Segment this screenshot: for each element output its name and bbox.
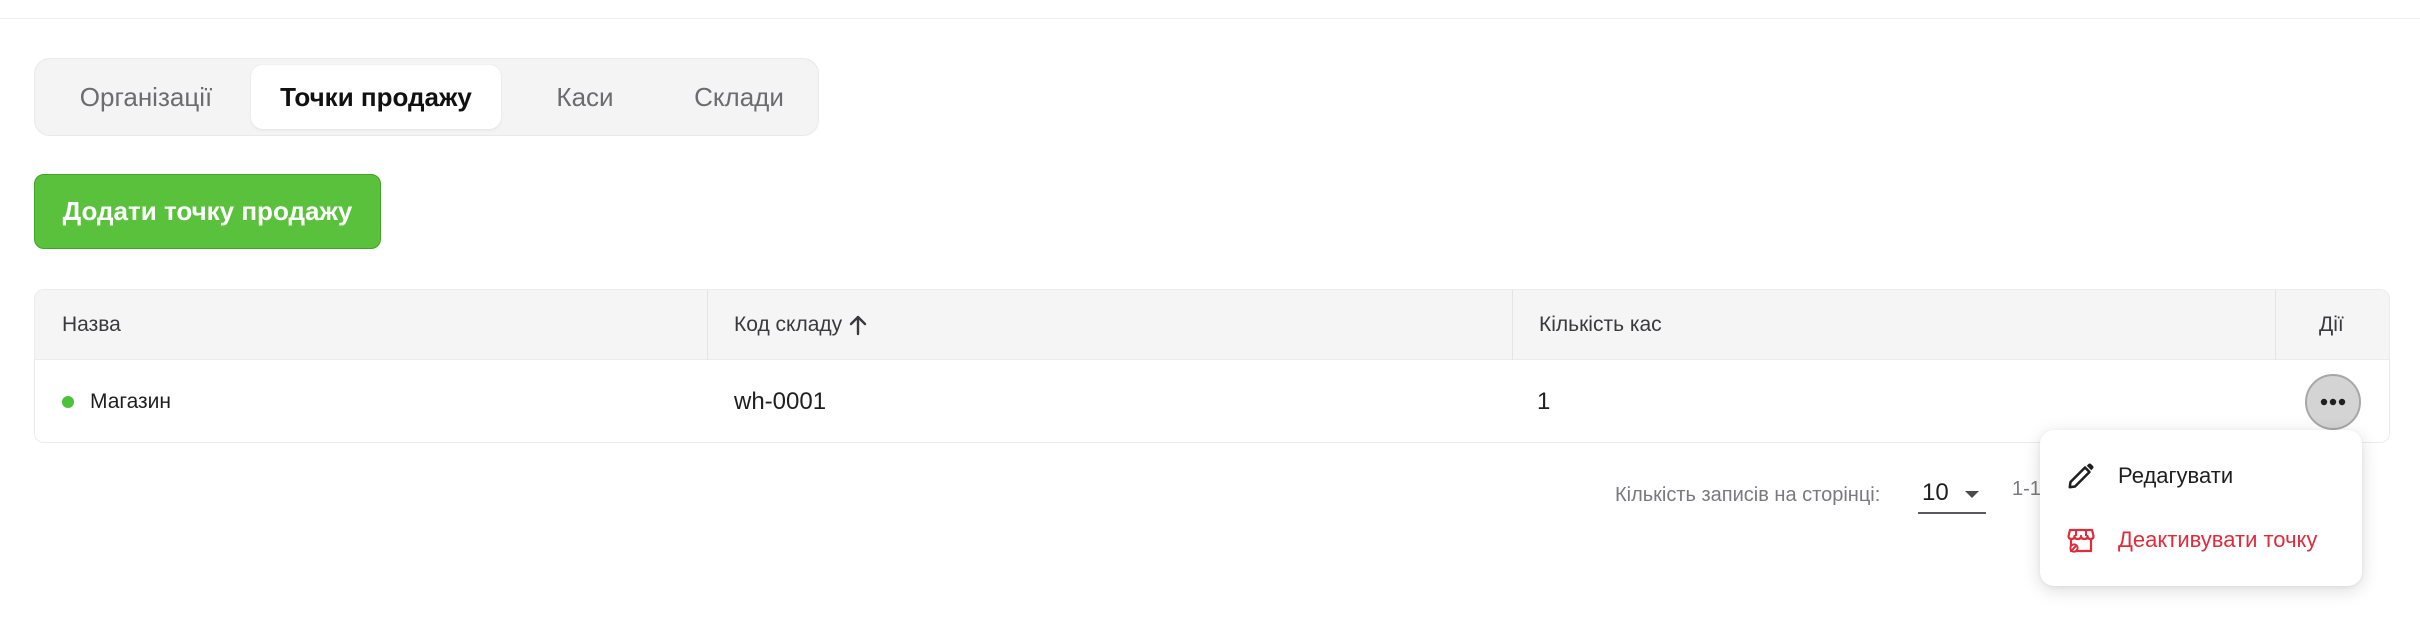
tab-warehouses[interactable]: Склади [669,65,809,129]
column-header-cash-count[interactable]: Кількість кас [1539,290,1662,360]
status-dot [62,396,74,408]
top-divider [0,18,2420,19]
caret-down-icon [1964,490,1980,500]
column-separator [2275,290,2276,360]
points-of-sale-table: Назва Код складу Кількість кас Дії Магаз… [34,289,2390,443]
rows-per-page-label: Кількість записів на сторінці: [1615,483,1881,506]
column-header-warehouse-code[interactable]: Код складу [734,290,868,360]
add-point-of-sale-button[interactable]: Додати точку продажу [34,174,381,249]
tab-points-of-sale[interactable]: Точки продажу [251,65,501,129]
column-separator [1512,290,1513,360]
row-actions-button[interactable] [2305,374,2361,430]
page-range: 1-1 [2012,478,2041,500]
tab-organizations[interactable]: Організації [41,65,251,129]
cell-cash-count: 1 [1537,388,1551,415]
arrow-up-icon [848,314,868,336]
rows-per-page-select[interactable]: 10 [1918,474,1986,514]
tab-bar: Організації Точки продажу Каси Склади [34,58,819,136]
menu-item-deactivate[interactable]: Деактивувати точку [2040,508,2362,572]
menu-item-label: Деактивувати точку [2118,527,2318,552]
table-row[interactable]: Магазин wh-0001 1 [35,360,2389,442]
more-horizontal-icon [2320,398,2346,406]
tab-label: Склади [694,81,784,112]
tab-label: Організації [79,81,213,112]
table-header: Назва Код складу Кількість кас Дії [35,290,2389,360]
tab-label: Точки продажу [280,81,472,112]
menu-item-label: Редагувати [2118,463,2234,488]
menu-item-edit[interactable]: Редагувати [2040,444,2362,508]
column-header-name[interactable]: Назва [62,290,121,360]
tab-label: Каси [556,81,614,112]
row-actions-menu: Редагувати Деактивувати точку [2040,430,2362,586]
pagination: Кількість записів на сторінці: [1615,470,1880,520]
cell-name: Магазин [62,360,171,442]
column-separator [707,290,708,360]
column-header-actions: Дії [2319,313,2344,336]
tab-cash-registers[interactable]: Каси [501,65,669,129]
add-button-label: Додати точку продажу [62,196,353,226]
cell-warehouse-code: wh-0001 [734,388,827,415]
store-off-icon [2066,525,2096,555]
pencil-icon [2066,461,2096,491]
